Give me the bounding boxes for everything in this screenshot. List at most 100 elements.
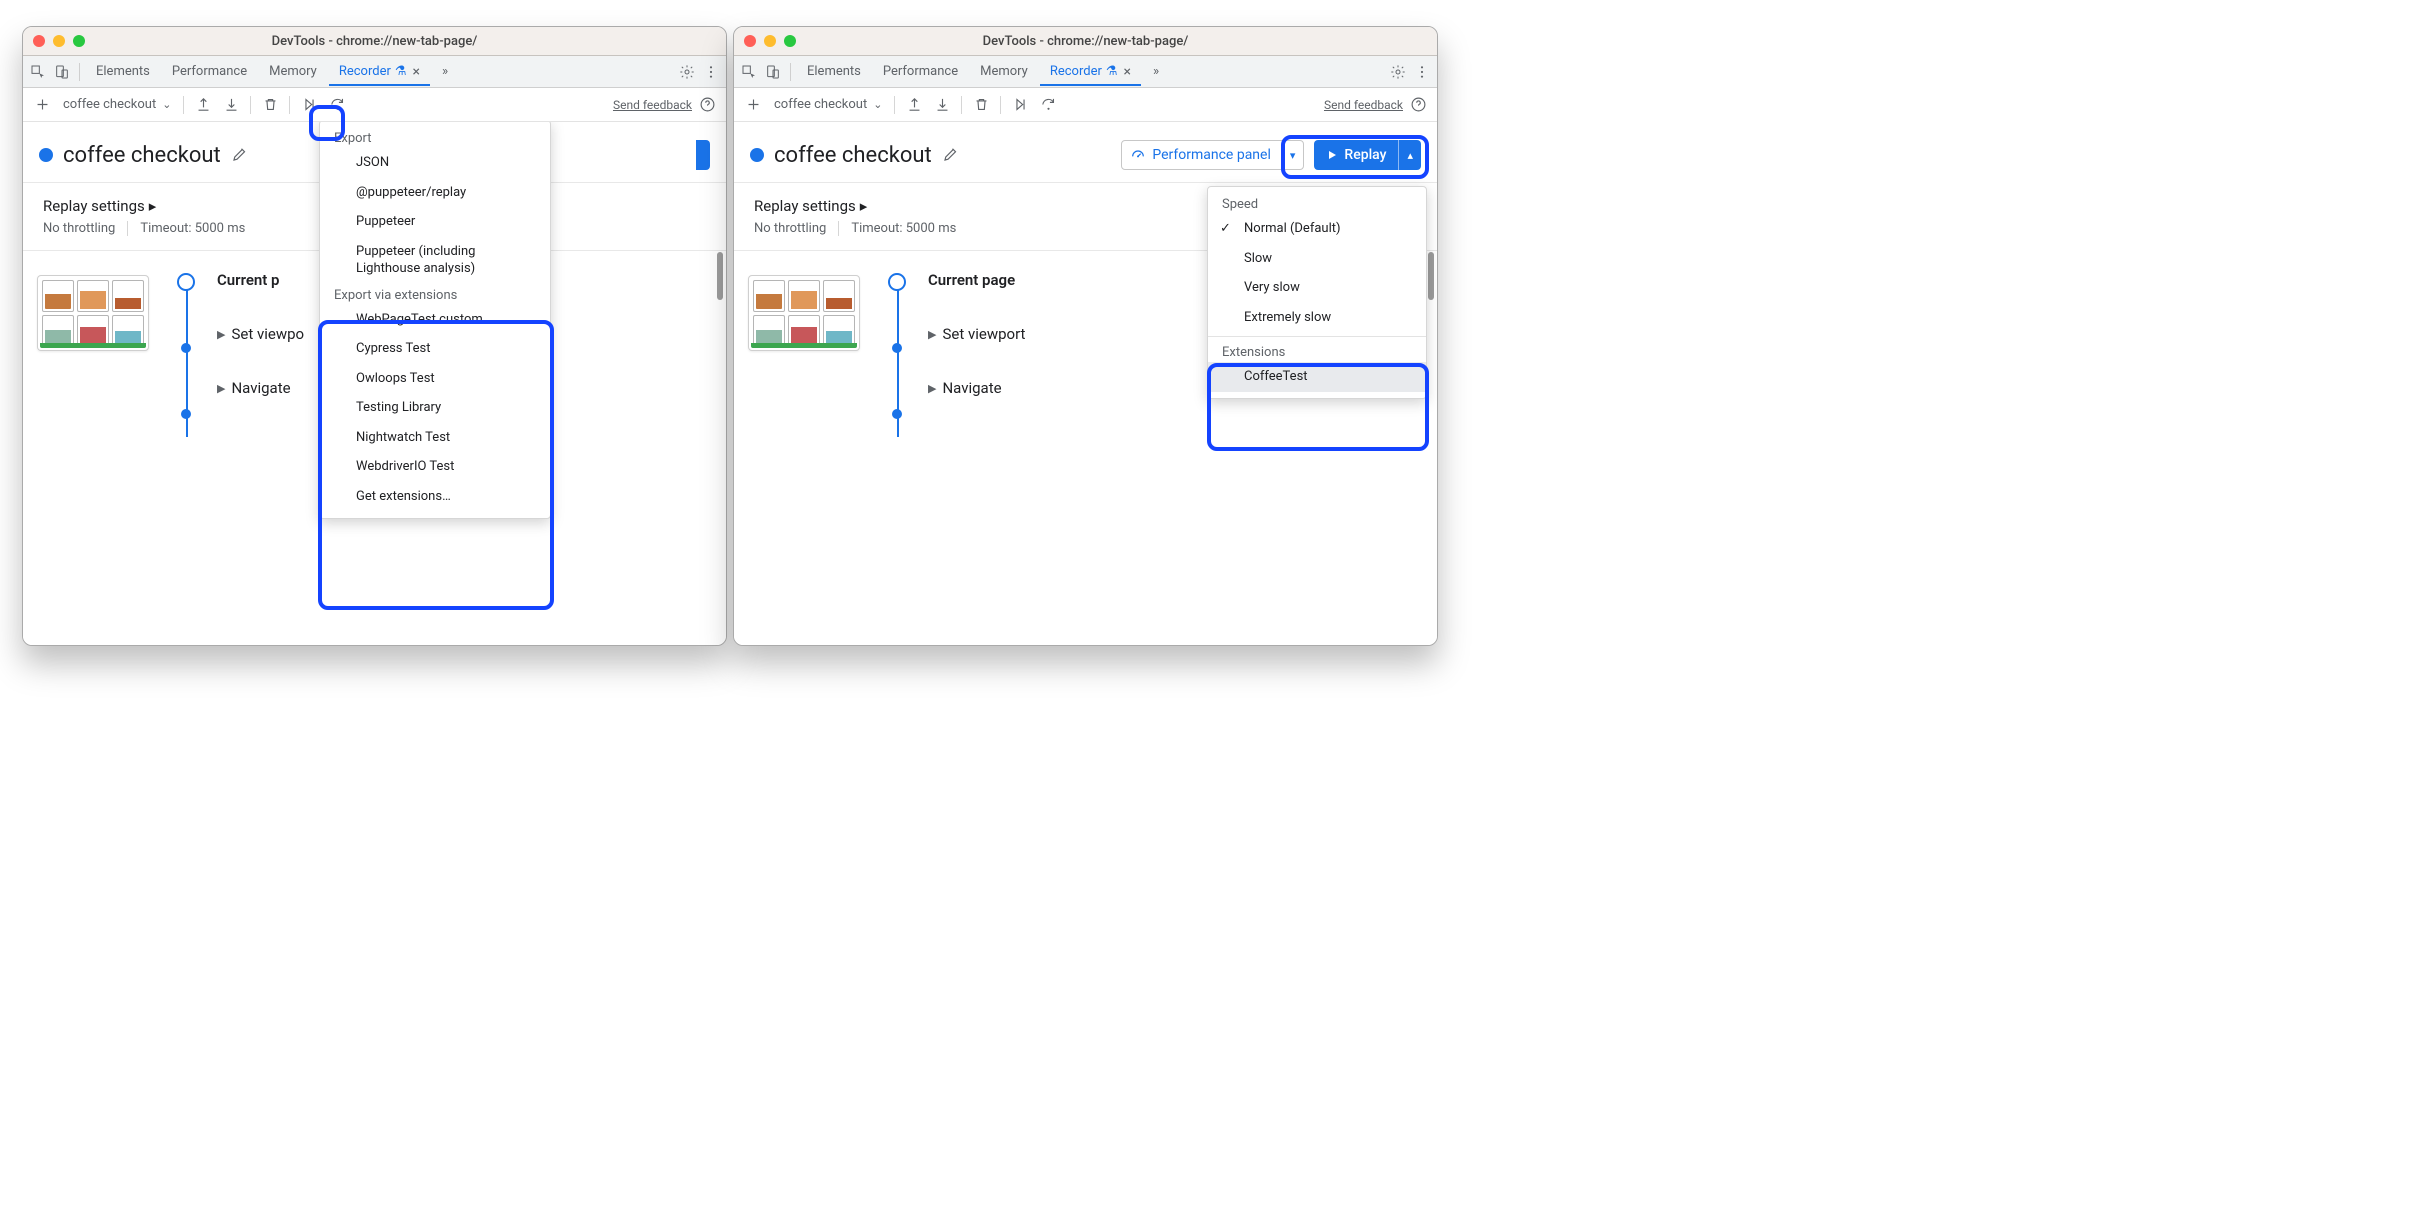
- inspect-element-icon[interactable]: [27, 61, 49, 83]
- replay-speed-menu: Speed ✓Normal (Default) Slow Very slow E…: [1207, 186, 1427, 399]
- tab-performance[interactable]: Performance: [162, 58, 257, 85]
- replay-button-sliver[interactable]: [696, 140, 710, 170]
- tab-recorder-label: Recorder: [339, 64, 391, 79]
- edit-title-icon[interactable]: [231, 145, 249, 166]
- expand-icon: ▶: [928, 328, 936, 341]
- titlebar: DevTools - chrome://new-tab-page/: [23, 27, 726, 56]
- export-item-puppeteer-replay[interactable]: @puppeteer/replay: [320, 178, 550, 208]
- export-item-puppeteer-lighthouse[interactable]: Puppeteer (including Lighthouse analysis…: [320, 237, 550, 284]
- tab-elements[interactable]: Elements: [86, 58, 160, 85]
- delete-icon[interactable]: [968, 92, 994, 118]
- export-menu: Export JSON @puppeteer/replay Puppeteer …: [319, 122, 551, 519]
- step-play-icon[interactable]: [1007, 92, 1033, 118]
- kebab-menu-icon[interactable]: [1411, 61, 1433, 83]
- close-window-button[interactable]: [33, 35, 45, 47]
- device-toggle-icon[interactable]: [51, 61, 73, 83]
- recording-select-label: coffee checkout: [774, 97, 867, 112]
- speed-very-slow[interactable]: Very slow: [1208, 273, 1426, 303]
- export-ext-cypress[interactable]: Cypress Test: [320, 334, 550, 364]
- scrollbar-thumb[interactable]: [717, 252, 723, 300]
- recording-header: coffee checkout Performance panel ▾ Repl…: [734, 122, 1437, 182]
- inspect-element-icon[interactable]: [738, 61, 760, 83]
- more-tabs-button[interactable]: »: [1143, 58, 1169, 85]
- expand-icon: ▶: [217, 328, 225, 341]
- import-icon[interactable]: [190, 92, 216, 118]
- tab-elements[interactable]: Elements: [797, 58, 871, 85]
- panel-tabs: Elements Performance Memory Recorder ⚗ ×…: [23, 56, 726, 88]
- close-tab-icon[interactable]: ×: [1124, 64, 1131, 80]
- export-ext-testing-library[interactable]: Testing Library: [320, 393, 550, 423]
- speed-section-label: Speed: [1208, 193, 1426, 214]
- titlebar: DevTools - chrome://new-tab-page/: [734, 27, 1437, 56]
- recording-status-dot: [39, 148, 53, 162]
- export-item-json[interactable]: JSON: [320, 148, 550, 178]
- step-over-icon[interactable]: [324, 92, 350, 118]
- export-ext-nightwatch[interactable]: Nightwatch Test: [320, 423, 550, 453]
- window-title: DevTools - chrome://new-tab-page/: [23, 34, 726, 49]
- replay-speed-toggle[interactable]: ▴: [1398, 140, 1421, 170]
- step-play-icon[interactable]: [296, 92, 322, 118]
- settings-gear-icon[interactable]: [676, 61, 698, 83]
- recording-select[interactable]: coffee checkout ⌄: [768, 97, 888, 112]
- export-extensions-label: Export via extensions: [320, 284, 550, 305]
- new-recording-icon[interactable]: [740, 92, 766, 118]
- tab-recorder[interactable]: Recorder ⚗ ×: [1040, 58, 1141, 86]
- page-thumbnail: [37, 275, 149, 351]
- zoom-window-button[interactable]: [784, 35, 796, 47]
- close-tab-icon[interactable]: ×: [413, 64, 420, 80]
- import-icon[interactable]: [901, 92, 927, 118]
- recording-body: coffee checkout Performance panel ▾ Repl…: [734, 122, 1437, 645]
- replay-extensions-label: Extensions: [1208, 341, 1426, 362]
- export-ext-webdriverio[interactable]: WebdriverIO Test: [320, 452, 550, 482]
- export-ext-get-more[interactable]: Get extensions…: [320, 482, 550, 512]
- export-ext-owloops[interactable]: Owloops Test: [320, 364, 550, 394]
- speed-extremely-slow[interactable]: Extremely slow: [1208, 303, 1426, 333]
- send-feedback-link[interactable]: Send feedback: [613, 98, 692, 112]
- flask-icon: ⚗: [395, 64, 407, 79]
- minimize-window-button[interactable]: [53, 35, 65, 47]
- tab-memory[interactable]: Memory: [259, 58, 327, 85]
- delete-icon[interactable]: [257, 92, 283, 118]
- throttling-value: No throttling: [754, 221, 826, 236]
- expand-icon: ▶: [928, 382, 936, 395]
- replay-button[interactable]: Replay ▴: [1314, 140, 1421, 170]
- timeout-value: Timeout: 5000 ms: [127, 221, 245, 236]
- timeline-node: [181, 409, 191, 419]
- edit-title-icon[interactable]: [942, 145, 960, 166]
- minimize-window-button[interactable]: [764, 35, 776, 47]
- replay-ext-coffeetest[interactable]: CoffeeTest: [1208, 362, 1426, 392]
- perf-panel-chevron-icon[interactable]: ▾: [1283, 141, 1296, 169]
- timeline-node: [892, 409, 902, 419]
- recording-select[interactable]: coffee checkout ⌄: [57, 97, 177, 112]
- zoom-window-button[interactable]: [73, 35, 85, 47]
- close-window-button[interactable]: [744, 35, 756, 47]
- export-section-label: Export: [320, 127, 550, 148]
- tab-memory[interactable]: Memory: [970, 58, 1038, 85]
- tab-recorder[interactable]: Recorder ⚗ ×: [329, 58, 430, 86]
- settings-gear-icon[interactable]: [1387, 61, 1409, 83]
- export-icon[interactable]: [929, 92, 955, 118]
- window-controls: [744, 35, 796, 47]
- performance-panel-button[interactable]: Performance panel ▾: [1121, 140, 1304, 170]
- kebab-menu-icon[interactable]: [700, 61, 722, 83]
- step-over-icon[interactable]: [1035, 92, 1061, 118]
- more-tabs-button[interactable]: »: [432, 58, 458, 85]
- devtools-window-left: DevTools - chrome://new-tab-page/ Elemen…: [22, 26, 727, 646]
- tab-performance[interactable]: Performance: [873, 58, 968, 85]
- recording-select-label: coffee checkout: [63, 97, 156, 112]
- export-item-puppeteer[interactable]: Puppeteer: [320, 207, 550, 237]
- help-icon[interactable]: [694, 92, 720, 118]
- speed-slow[interactable]: Slow: [1208, 244, 1426, 274]
- scrollbar-thumb[interactable]: [1428, 252, 1434, 300]
- expand-icon: ▶: [217, 382, 225, 395]
- export-ext-webpagetest[interactable]: WebPageTest custom: [320, 305, 550, 335]
- recording-title: coffee checkout: [774, 143, 932, 168]
- chevron-right-icon: ▸: [149, 197, 157, 215]
- export-icon[interactable]: [218, 92, 244, 118]
- chevron-right-icon: ▸: [860, 197, 868, 215]
- speed-normal[interactable]: ✓Normal (Default): [1208, 214, 1426, 244]
- help-icon[interactable]: [1405, 92, 1431, 118]
- device-toggle-icon[interactable]: [762, 61, 784, 83]
- send-feedback-link[interactable]: Send feedback: [1324, 98, 1403, 112]
- new-recording-icon[interactable]: [29, 92, 55, 118]
